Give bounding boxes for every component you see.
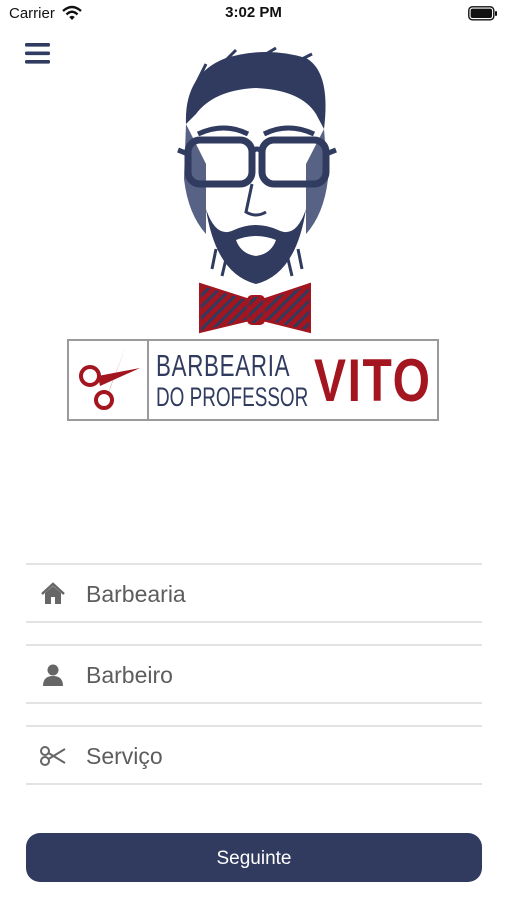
barbeiro-input[interactable] — [84, 646, 478, 704]
hamburger-menu-icon[interactable] — [22, 40, 54, 68]
app-logo: BARBEARIA DO PROFESSOR VITO — [66, 44, 442, 422]
brand-line2: DO PROFESSOR — [156, 382, 309, 412]
barbearia-field[interactable] — [26, 563, 482, 623]
scissors-icon — [40, 746, 66, 766]
status-time: 3:02 PM — [225, 4, 282, 21]
servico-input[interactable] — [84, 727, 478, 785]
barbearia-input[interactable] — [84, 565, 478, 623]
brand-name: VITO — [314, 347, 432, 414]
next-button[interactable]: Seguinte — [26, 833, 482, 882]
user-icon — [43, 664, 63, 686]
status-bar: Carrier 3:02 PM — [0, 0, 507, 30]
brand-line1: BARBEARIA — [156, 348, 291, 383]
home-icon — [41, 582, 65, 604]
barbeiro-field[interactable] — [26, 644, 482, 704]
servico-field[interactable] — [26, 725, 482, 785]
battery-icon — [468, 6, 497, 21]
